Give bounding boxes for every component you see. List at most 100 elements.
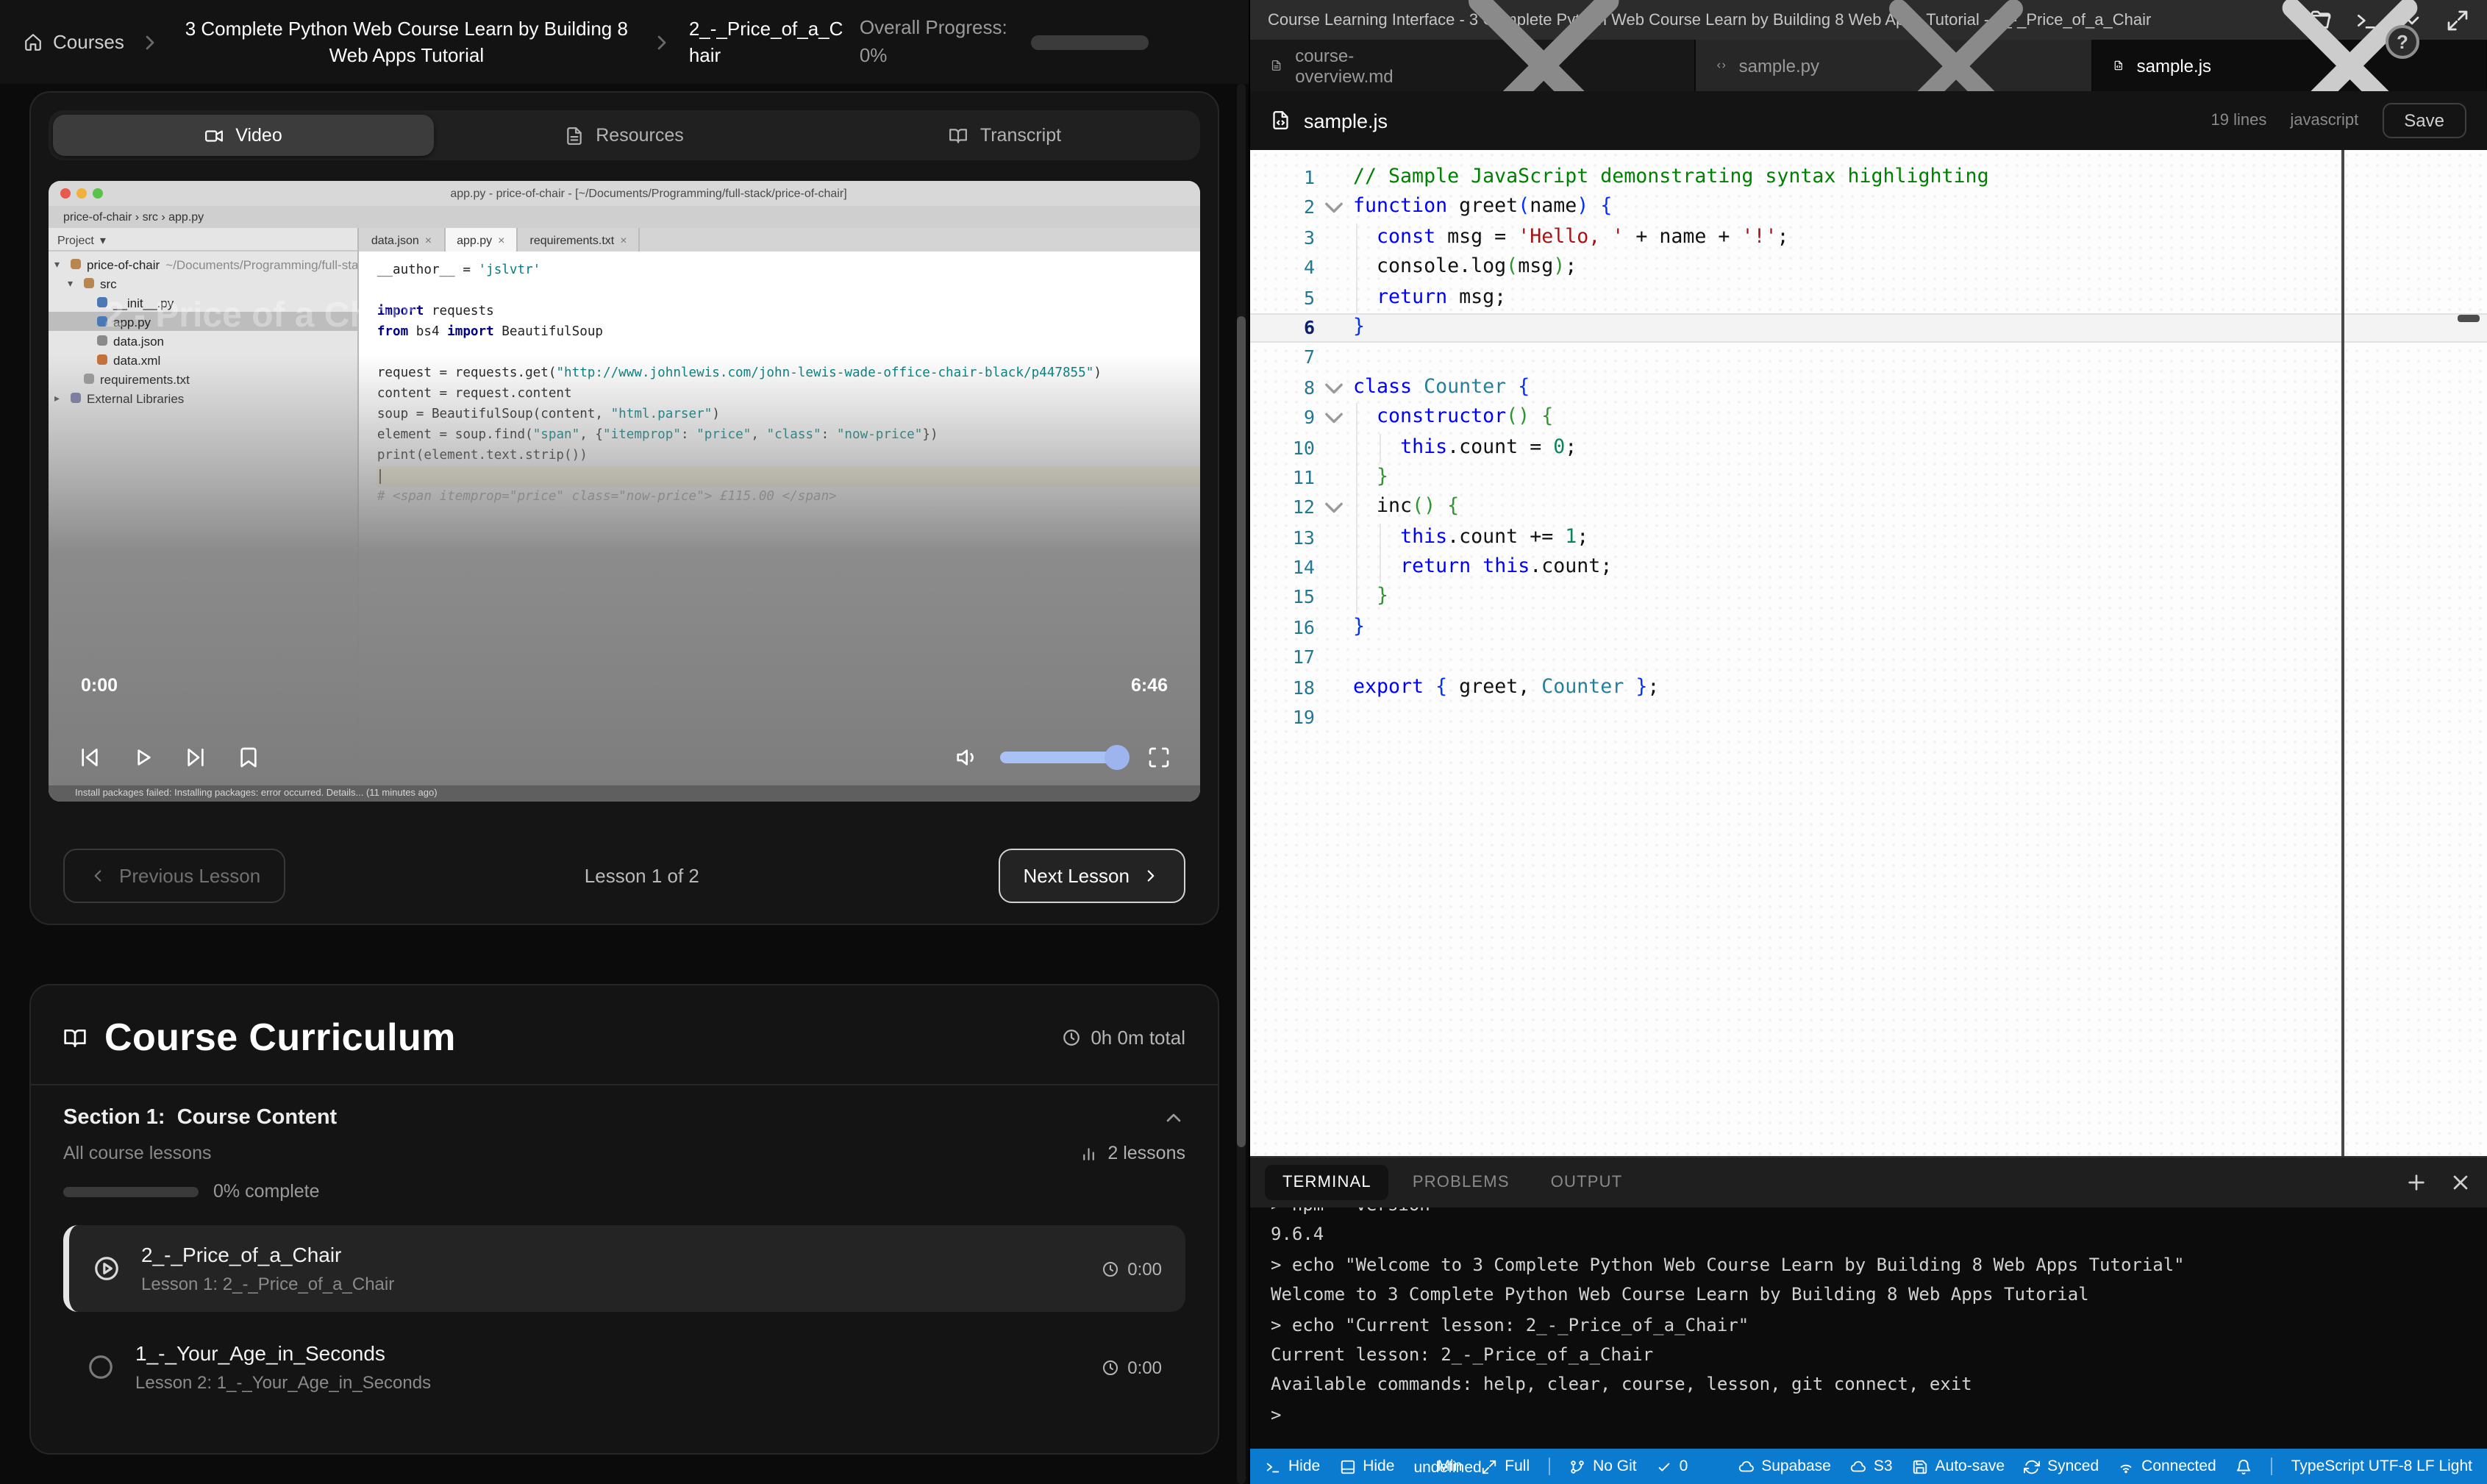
expand-icon: [1481, 1458, 1497, 1474]
tab-video[interactable]: Video: [53, 115, 434, 156]
skip-back-button[interactable]: [78, 746, 101, 769]
status-item-hide[interactable]: Hide: [1339, 1458, 1394, 1475]
code-line[interactable]: 1// Sample JavaScript demonstrating synt…: [1250, 163, 2487, 193]
terminal-line: > npm --version: [1271, 1207, 2466, 1220]
fold-icon[interactable]: [1315, 373, 1353, 403]
code-line[interactable]: 19: [1250, 703, 2487, 733]
video-duration: 6:46: [1131, 675, 1168, 696]
terminal-line: Welcome to 3 Complete Python Web Course …: [1271, 1280, 2466, 1310]
play-circle-icon: [93, 1255, 121, 1283]
line-number: 13: [1250, 523, 1315, 553]
chevron-right-icon: [651, 30, 674, 54]
code-line[interactable]: 13 this.count += 1;: [1250, 523, 2487, 553]
status-item-full[interactable]: Full: [1481, 1458, 1530, 1475]
previous-lesson-button[interactable]: Previous Lesson: [63, 849, 285, 903]
skip-forward-button[interactable]: [184, 746, 207, 769]
chevron-right-icon: [1141, 866, 1160, 885]
cloud-icon: [1850, 1458, 1866, 1474]
volume-slider[interactable]: [1000, 752, 1127, 763]
terminal-line: >: [1271, 1400, 2466, 1430]
code-line[interactable]: 16}: [1250, 613, 2487, 643]
video-player[interactable]: app.py - price-of-chair - [~/Documents/P…: [49, 181, 1200, 802]
fold-icon[interactable]: [1315, 493, 1353, 524]
status-item-0[interactable]: 0: [1656, 1458, 1688, 1475]
fold-icon[interactable]: [1315, 193, 1353, 224]
editor-scroll-marker[interactable]: [2458, 315, 2480, 322]
line-number: 14: [1250, 553, 1315, 583]
close-panel-icon[interactable]: [2449, 1171, 2472, 1194]
editor-panel: Course Learning Interface - 3 Complete P…: [1250, 0, 2487, 1484]
code-line[interactable]: 5 return msg;: [1250, 283, 2487, 313]
fold-icon[interactable]: [1315, 403, 1353, 433]
code-line[interactable]: 2function greet(name) {: [1250, 193, 2487, 224]
code-line[interactable]: 12 inc() {: [1250, 493, 2487, 524]
curriculum-total-time: 0h 0m total: [1061, 1027, 1185, 1049]
code-line[interactable]: 4 console.log(msg);: [1250, 253, 2487, 283]
terminal-output[interactable]: > npm --version9.6.4> echo "Welcome to 3…: [1250, 1207, 2487, 1449]
fullscreen-button[interactable]: [1147, 746, 1171, 769]
editor-tab-course-overview.md[interactable]: course-overview.md: [1250, 40, 1695, 91]
next-lesson-button[interactable]: Next Lesson: [998, 849, 1185, 903]
left-scrollbar[interactable]: [1237, 84, 1246, 1484]
code-line[interactable]: 18export { greet, Counter };: [1250, 673, 2487, 703]
code-editor[interactable]: 1// Sample JavaScript demonstrating synt…: [1250, 150, 2487, 1156]
save-button[interactable]: Save: [2382, 103, 2466, 138]
video-current-time: 0:00: [81, 675, 118, 696]
section-progress-label: 0% complete: [213, 1181, 320, 1202]
play-button[interactable]: [131, 746, 154, 769]
help-button[interactable]: ?: [2386, 25, 2419, 59]
status-item-hide[interactable]: Hide: [1265, 1458, 1320, 1475]
breadcrumb-courses[interactable]: Courses: [24, 31, 124, 53]
code-line[interactable]: 9 constructor() {: [1250, 403, 2487, 433]
lesson-item[interactable]: 2_-_Price_of_a_ChairLesson 1: 2_-_Price_…: [63, 1225, 1185, 1312]
status-item-no-git[interactable]: No Git: [1569, 1458, 1637, 1475]
code-line[interactable]: 15 }: [1250, 583, 2487, 613]
terminal-tab-output[interactable]: OUTPUT: [1533, 1165, 1641, 1200]
fold-icon: [1315, 523, 1353, 553]
tab-resources[interactable]: Resources: [434, 115, 815, 156]
player-card: VideoResourcesTranscript app.py - price-…: [29, 91, 1219, 925]
left-scrollbar-thumb[interactable]: [1237, 316, 1246, 1147]
tab-transcript[interactable]: Transcript: [815, 115, 1196, 156]
editor-tab-sample.py[interactable]: sample.py: [1695, 40, 2093, 91]
course-panel: Courses 3 Complete Python Web Course Lea…: [0, 0, 1250, 1484]
status-item-connected[interactable]: Connected: [2118, 1458, 2216, 1475]
code-line[interactable]: 11 }: [1250, 463, 2487, 493]
volume-slider-thumb[interactable]: [1105, 745, 1130, 770]
terminal-line: Current lesson: 2_-_Price_of_a_Chair: [1271, 1340, 2466, 1370]
chevron-up-icon[interactable]: [1162, 1106, 1185, 1130]
course-header: Courses 3 Complete Python Web Course Lea…: [0, 0, 1249, 84]
status-item-typescript-utf-8-lf-light[interactable]: TypeScript UTF-8 LF Light: [2291, 1458, 2472, 1475]
bookmark-button[interactable]: [237, 746, 260, 769]
terminal-tab-problems[interactable]: PROBLEMS: [1395, 1165, 1527, 1200]
video-status-message: Install packages failed: Installing pack…: [49, 785, 1200, 802]
lesson-item[interactable]: 1_-_Your_Age_in_SecondsLesson 2: 1_-_You…: [63, 1324, 1185, 1410]
line-number: 5: [1250, 283, 1315, 313]
fold-icon: [1315, 313, 1353, 343]
code-line[interactable]: 14 return this.count;: [1250, 553, 2487, 583]
volume-button[interactable]: [956, 746, 980, 769]
code-line[interactable]: 7: [1250, 343, 2487, 374]
lesson-list: 2_-_Price_of_a_ChairLesson 1: 2_-_Price_…: [63, 1225, 1185, 1410]
code-line[interactable]: 3 const msg = 'Hello, ' + name + '!';: [1250, 224, 2487, 254]
code-line[interactable]: 8class Counter {: [1250, 373, 2487, 403]
line-number: 6: [1250, 313, 1315, 343]
new-terminal-icon[interactable]: [2405, 1171, 2428, 1194]
editor-header: sample.js 19 lines javascript Save: [1250, 91, 2487, 150]
terminal-tab-terminal[interactable]: TERMINAL: [1265, 1165, 1389, 1200]
home-icon: [24, 32, 43, 51]
code-line[interactable]: 17: [1250, 643, 2487, 674]
code-line[interactable]: 10 this.count = 0;: [1250, 433, 2487, 463]
line-number: 11: [1250, 463, 1315, 493]
status-item-supabase[interactable]: Supabase: [1738, 1458, 1831, 1475]
editor-tab-sample.js[interactable]: sample.js: [2093, 40, 2487, 91]
status-item-min[interactable]: undefinedMin: [1413, 1458, 1462, 1475]
bar-chart-icon: [1079, 1144, 1097, 1163]
status-item-synced[interactable]: Synced: [2024, 1458, 2099, 1475]
code-line[interactable]: 6}: [1250, 313, 2487, 343]
terminal-line: > echo "Current lesson: 2_-_Price_of_a_C…: [1271, 1310, 2466, 1340]
divider: [2271, 1458, 2272, 1475]
status-item[interactable]: [2236, 1458, 2252, 1474]
status-item-s3[interactable]: S3: [1850, 1458, 1893, 1475]
status-item-auto-save[interactable]: Auto-save: [1912, 1458, 2005, 1475]
